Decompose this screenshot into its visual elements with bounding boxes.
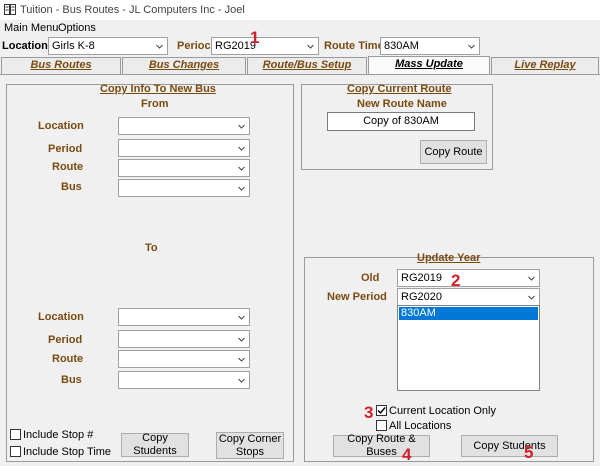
include-stop-checkbox[interactable] (10, 429, 21, 440)
route-time-label: Route Time (324, 40, 384, 52)
menu-main-menu[interactable]: Main Menu (4, 22, 58, 34)
copy-route-buses-button[interactable]: Copy Route & Buses (333, 433, 430, 458)
all-locations-checkbox[interactable] (376, 420, 387, 431)
update-year-title: Update Year (417, 252, 481, 264)
from-route-select[interactable] (118, 159, 250, 177)
from-period-select[interactable] (118, 139, 250, 157)
route-list-item[interactable]: 830AM (399, 307, 538, 320)
copy-route-title: Copy Current Route (347, 83, 452, 95)
from-heading: From (141, 98, 169, 110)
menu-bar: Main Menu Options (0, 22, 600, 36)
new-period-label: New Period (327, 291, 387, 303)
annotation-marker-1: 1 (250, 28, 260, 47)
chevron-down-icon (238, 357, 245, 362)
copy-route-button[interactable]: Copy Route (420, 140, 487, 164)
current-location-only-checkbox[interactable] (376, 405, 387, 416)
annotation-marker-2: 2 (451, 271, 461, 290)
tab-route-bus-setup[interactable]: Route/Bus Setup (247, 57, 367, 74)
current-location-only-label: Current Location Only (389, 405, 496, 417)
from-bus-select[interactable] (118, 179, 250, 197)
from-location-select[interactable] (118, 117, 250, 135)
include-stop-time-label: Include Stop Time (23, 446, 112, 458)
chevron-down-icon (238, 378, 245, 383)
from-route-label: Route (52, 161, 84, 173)
tab-bus-changes[interactable]: Bus Changes (122, 57, 246, 74)
tab-divider (0, 74, 600, 75)
new-period-select[interactable]: RG2020 (397, 288, 540, 306)
tab-live-replay[interactable]: Live Replay (491, 57, 599, 74)
from-location-label: Location (38, 120, 84, 132)
old-period-label: Old (361, 272, 380, 284)
annotation-marker-4: 4 (402, 445, 412, 464)
chevron-down-icon (468, 44, 475, 49)
to-bus-select[interactable] (118, 371, 250, 389)
new-period-value: RG2020 (401, 291, 442, 303)
to-heading: To (145, 242, 158, 254)
chevron-down-icon (528, 295, 535, 300)
to-location-label: Location (38, 311, 84, 323)
menu-options[interactable]: Options (58, 22, 96, 34)
include-stop-time-checkbox[interactable] (10, 446, 21, 457)
annotation-marker-3: 3 (364, 403, 374, 422)
chevron-down-icon (307, 44, 314, 49)
route-listbox[interactable]: 830AM (397, 305, 540, 391)
chevron-down-icon (238, 166, 245, 171)
title-bar: Tuition - Bus Routes - JL Computers Inc … (0, 0, 600, 20)
checkmark-icon (377, 407, 386, 415)
window-title: Tuition - Bus Routes - JL Computers Inc … (20, 4, 245, 16)
from-bus-label: Bus (61, 181, 82, 193)
new-route-name-label: New Route Name (357, 98, 447, 110)
include-stop-label: Include Stop # (23, 429, 94, 441)
to-period-select[interactable] (118, 330, 250, 348)
location-select-value: Girls K-8 (52, 40, 95, 52)
chevron-down-icon (238, 186, 245, 191)
location-label: Location (2, 40, 48, 52)
copy-students-update-button[interactable]: Copy Students (461, 435, 558, 457)
chevron-down-icon (528, 276, 535, 281)
to-route-select[interactable] (118, 350, 250, 368)
route-time-select-value: 830AM (384, 40, 419, 52)
chevron-down-icon (238, 315, 245, 320)
to-location-select[interactable] (118, 308, 250, 326)
to-period-label: Period (48, 334, 83, 346)
route-time-select[interactable]: 830AM (380, 37, 480, 55)
chevron-down-icon (156, 44, 163, 49)
old-period-select[interactable]: RG2019 (397, 269, 540, 287)
copy-students-button[interactable]: Copy Students (121, 432, 189, 457)
period-select[interactable]: RG2019 (211, 37, 319, 55)
all-locations-label: All Locations (389, 420, 452, 432)
copy-corner-stops-button[interactable]: Copy Corner Stops (216, 432, 284, 459)
copy-info-title: Copy Info To New Bus (100, 83, 216, 95)
from-period-label: Period (48, 143, 83, 155)
location-select[interactable]: Girls K-8 (48, 37, 168, 55)
annotation-marker-5: 5 (524, 443, 534, 462)
to-route-label: Route (52, 353, 84, 365)
chevron-down-icon (238, 146, 245, 151)
book-icon (4, 4, 16, 15)
tab-mass-update[interactable]: Mass Update (368, 56, 490, 75)
chevron-down-icon (238, 124, 245, 129)
chevron-down-icon (238, 337, 245, 342)
period-label: Perioc (177, 40, 211, 52)
to-bus-label: Bus (61, 374, 82, 386)
new-route-name-input[interactable]: Copy of 830AM (327, 112, 475, 131)
tab-bus-routes[interactable]: Bus Routes (1, 57, 121, 74)
old-period-value: RG2019 (401, 272, 442, 284)
